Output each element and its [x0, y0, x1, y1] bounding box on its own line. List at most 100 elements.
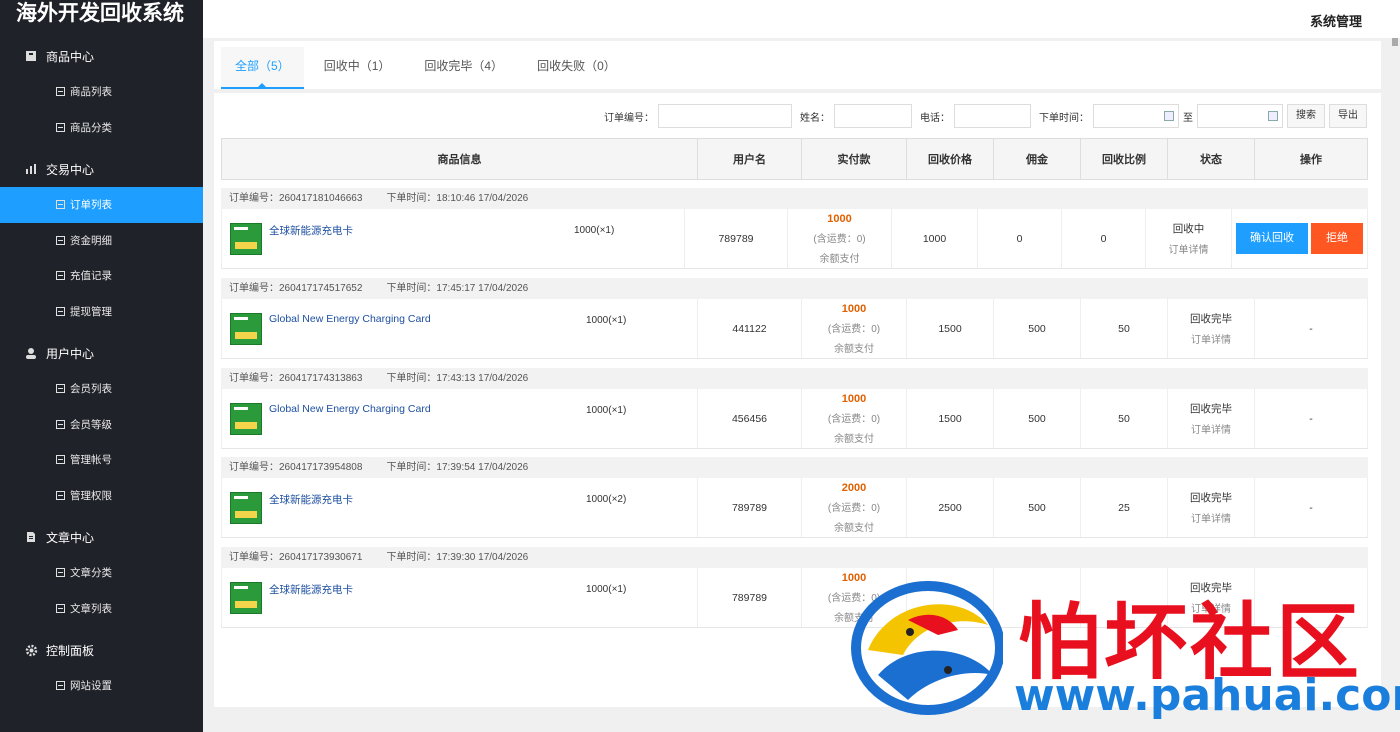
recycle-ratio: 50 [1118, 322, 1130, 335]
nav-group-trade[interactable]: 交易中心 [0, 151, 203, 187]
actions-cell: - [1255, 299, 1367, 358]
order-header: 订单编号：260417173954808 下单时间：17:39:54 17/04/… [221, 457, 1368, 478]
order-time: 下单时间：18:10:46 17/04/2026 [386, 193, 529, 204]
sidebar-item-admin-perms[interactable]: 管理权限 [0, 478, 203, 514]
product-name-link[interactable]: 全球新能源充电卡 [269, 582, 353, 597]
tab-failed[interactable]: 回收失败（0） [523, 47, 630, 89]
sidebar-item-order-list[interactable]: 订单列表 [0, 187, 203, 223]
order-number: 订单编号：260417173930671 [229, 552, 363, 563]
sidebar-item-article-list[interactable]: 文章列表 [0, 591, 203, 627]
product-cell: 全球新能源充电卡 1000(×1) [222, 209, 685, 268]
product-cell: 全球新能源充电卡 1000(×2) [222, 478, 698, 537]
sidebar-item-members[interactable]: 会员列表 [0, 371, 203, 407]
nav-group-goods[interactable]: 商品中心 [0, 38, 203, 74]
commission: 500 [1028, 501, 1046, 514]
col-paid: 实付款 [802, 139, 907, 179]
status-text: 回收中 [1172, 223, 1205, 235]
sidebar-item-withdraw[interactable]: 提现管理 [0, 294, 203, 330]
status-text: 回收完毕 [1190, 403, 1232, 415]
list-icon [56, 87, 65, 97]
system-management-menu[interactable]: 系统管理 [1310, 11, 1362, 30]
status-cell: 回收完毕 订单详情 [1168, 478, 1255, 537]
nav-group-label: 控制面板 [46, 643, 95, 658]
table-header: 商品信息 用户名 实付款 回收价格 佣金 回收比例 状态 操作 [221, 138, 1368, 180]
product-name-link[interactable]: 全球新能源充电卡 [269, 492, 353, 507]
nav-group-users[interactable]: 用户中心 [0, 335, 203, 371]
start-date-input[interactable] [1093, 104, 1179, 128]
phone-input[interactable] [954, 104, 1031, 128]
product-thumbnail[interactable] [230, 223, 262, 255]
pay-type: 余额支付 [819, 253, 860, 265]
username: 789789 [731, 501, 768, 514]
order-detail-link[interactable]: 订单详情 [1191, 510, 1231, 525]
order-detail-link[interactable]: 订单详情 [1169, 241, 1209, 256]
nav-group-articles[interactable]: 文章中心 [0, 519, 203, 555]
reject-button[interactable]: 拒绝 [1311, 223, 1363, 254]
sidebar-item-label: 文章分类 [70, 567, 112, 580]
tab-recycled[interactable]: 回收完毕（4） [410, 47, 517, 89]
list-icon [56, 306, 65, 316]
order-number: 订单编号：260417173954808 [229, 462, 363, 473]
product-thumbnail[interactable] [230, 313, 262, 345]
order-no-input[interactable] [658, 104, 792, 128]
username: 441122 [732, 322, 767, 335]
paid-amount: 1000 [827, 212, 852, 225]
order-time: 下单时间：17:39:54 17/04/2026 [386, 462, 529, 473]
tab-recycling[interactable]: 回收中（1） [310, 47, 405, 89]
export-button[interactable]: 导出 [1329, 104, 1367, 128]
name-input[interactable] [834, 104, 912, 128]
sidebar-item-admin-accounts[interactable]: 管理帐号 [0, 442, 203, 478]
order-block: 订单编号：260417181046663 下单时间：18:10:46 17/04/… [221, 188, 1368, 269]
product-name-link[interactable]: Global New Energy Charging Card [269, 313, 431, 325]
sidebar-item-member-level[interactable]: 会员等级 [0, 407, 203, 443]
scrollbar-thumb[interactable] [1392, 38, 1398, 46]
search-button[interactable]: 搜索 [1287, 104, 1325, 128]
status-text: 回收完毕 [1190, 313, 1232, 325]
commission-cell: 0 [978, 209, 1062, 268]
order-block: 订单编号：260417174517652 下单时间：17:45:17 17/04/… [221, 278, 1368, 359]
order-number: 订单编号：260417181046663 [229, 193, 363, 204]
list-icon [56, 384, 65, 394]
confirm-recycle-button[interactable]: 确认回收 [1236, 223, 1308, 254]
username: 456456 [731, 412, 768, 425]
product-thumbnail[interactable] [230, 492, 262, 524]
col-username: 用户名 [698, 139, 802, 179]
sidebar-item-fund-detail[interactable]: 资金明细 [0, 223, 203, 259]
recycle-price: 2500 [938, 501, 962, 514]
product-name-link[interactable]: Global New Energy Charging Card [269, 403, 431, 415]
price-cell: 1000 [892, 209, 978, 268]
order-header: 订单编号：260417174313863 下单时间：17:43:13 17/04/… [221, 368, 1368, 389]
commission: 500 [1028, 412, 1046, 425]
list-icon [56, 419, 65, 429]
sidebar-item-goods-category[interactable]: 商品分类 [0, 110, 203, 146]
status-cell: 回收完毕 订单详情 [1168, 299, 1255, 358]
recycle-price: 1500 [938, 322, 962, 335]
end-date-input[interactable] [1197, 104, 1283, 128]
sidebar-item-goods-list[interactable]: 商品列表 [0, 74, 203, 110]
bar-chart-icon [24, 162, 38, 176]
sidebar-item-article-category[interactable]: 文章分类 [0, 555, 203, 591]
product-thumbnail[interactable] [230, 582, 262, 614]
sidebar-item-recharge[interactable]: 充值记录 [0, 258, 203, 294]
recycle-ratio: 50 [1118, 412, 1130, 425]
shipping-note: (含运费：0) [813, 233, 866, 245]
nav-group-control[interactable]: 控制面板 [0, 632, 203, 668]
pay-type: 余额支付 [834, 522, 874, 534]
order-detail-link[interactable]: 订单详情 [1191, 331, 1231, 346]
sidebar-item-label: 文章列表 [70, 602, 112, 615]
ratio-cell: 50 [1081, 299, 1168, 358]
product-name-link[interactable]: 全球新能源充电卡 [269, 223, 353, 238]
sidebar-item-label: 资金明细 [70, 234, 112, 247]
sidebar-item-site-settings[interactable]: 网站设置 [0, 668, 203, 704]
status-cell: 回收中 订单详情 [1146, 209, 1232, 268]
commission-cell: 500 [994, 299, 1081, 358]
status-tabs: 全部（5） 回收中（1） 回收完毕（4） 回收失败（0） [221, 47, 636, 89]
order-block: 订单编号：260417174313863 下单时间：17:43:13 17/04/… [221, 368, 1368, 449]
order-time: 下单时间：17:39:30 17/04/2026 [386, 552, 529, 563]
recycle-price: 1500 [938, 412, 962, 425]
product-thumbnail[interactable] [230, 403, 262, 435]
order-no-label: 订单编号： [604, 112, 654, 124]
list-icon [56, 455, 65, 465]
tab-all[interactable]: 全部（5） [221, 47, 304, 89]
order-detail-link[interactable]: 订单详情 [1191, 421, 1231, 436]
